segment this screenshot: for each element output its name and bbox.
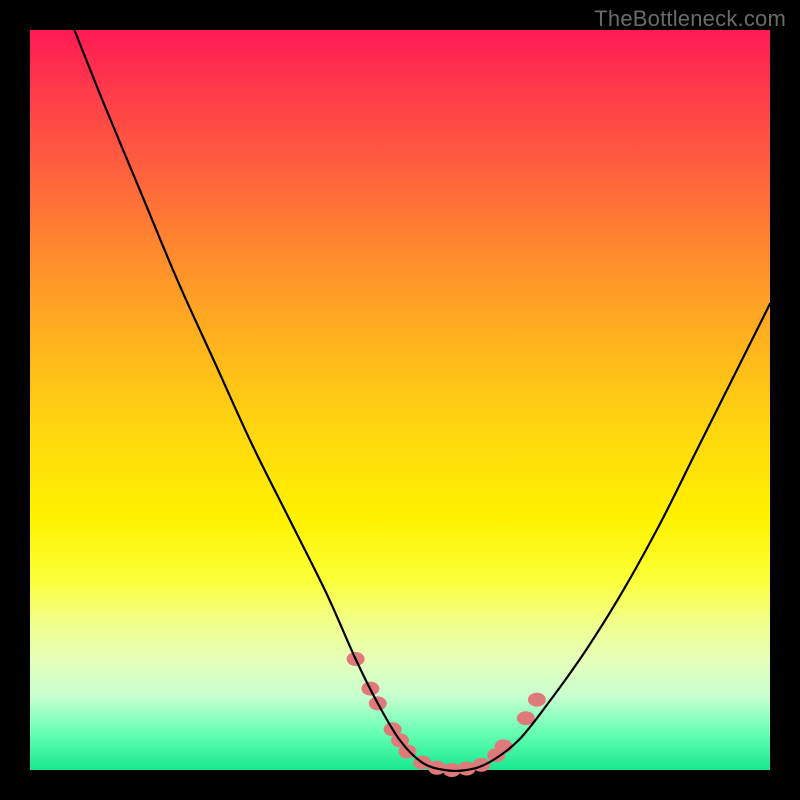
watermark-text: TheBottleneck.com (594, 6, 786, 32)
chart-frame: TheBottleneck.com (0, 0, 800, 800)
trough-dot (528, 693, 546, 707)
trough-dot (472, 758, 490, 772)
trough-dot (495, 739, 513, 753)
trough-dots (347, 652, 546, 777)
bottleneck-curve (74, 30, 770, 771)
chart-svg (30, 30, 770, 770)
